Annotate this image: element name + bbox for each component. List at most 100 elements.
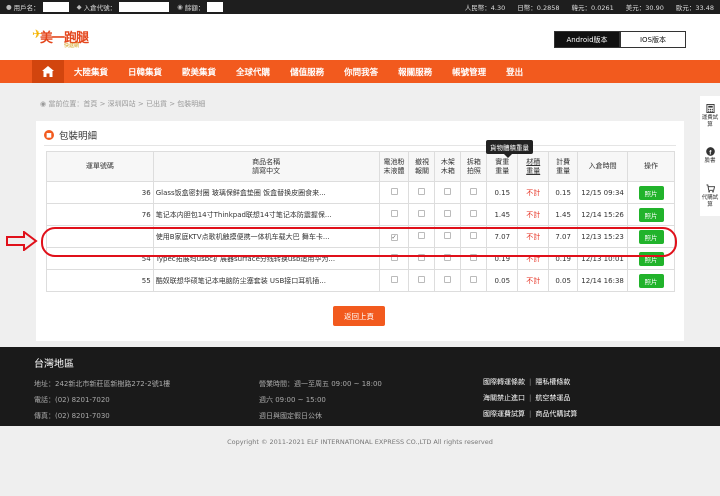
volume-weight: 不計 [517, 269, 550, 292]
col-header-action: 操作 [627, 151, 675, 182]
user-icon: ● [6, 3, 12, 11]
col-header-text: 運單號碼 [85, 162, 114, 170]
footer-hours-weekday: 營業時間：週一至周五 09:00 ~ 18:00 [259, 380, 382, 388]
customs-cell [408, 181, 436, 204]
site-logo[interactable]: ✈ 美一跑腿 快遞網 [32, 24, 90, 52]
cart-icon [705, 183, 715, 193]
footer-link[interactable]: 國際運費試算 [483, 410, 525, 418]
footer-links: 國際轉運條款 | 隱私權條款 海關禁止進口 | 航空禁運品 國際運費試算 | 商品代購試算 [483, 378, 578, 418]
footer-link[interactable]: 海關禁止進口 [483, 394, 525, 402]
nav-china-consolidation[interactable]: 大陸集貨 [64, 60, 118, 83]
col-header-text: 電池粉 [383, 157, 405, 166]
android-version-button[interactable]: Android版本 [554, 31, 620, 48]
side-shipping-calc[interactable]: 運費試算 [700, 96, 720, 136]
home-icon [42, 66, 54, 77]
battery-cell [378, 181, 410, 204]
col-header-crate: 木架 木箱 [434, 151, 462, 182]
action-cell: 照片 [627, 203, 675, 226]
col-header-subtext: 重量 [556, 166, 571, 175]
nav-account[interactable]: 帳號管理 [442, 60, 496, 83]
nav-global-purchasing[interactable]: 全球代購 [226, 60, 280, 83]
nav-japan-korea-consolidation[interactable]: 日韓集貨 [118, 60, 172, 83]
volume-weight-tooltip: 貨物體積重量 [486, 140, 533, 158]
actual-weight: 1.45 [486, 203, 519, 226]
footer-link[interactable]: 航空禁運品 [535, 394, 570, 402]
volume-weight: 不計 [517, 181, 550, 204]
nav-top-up[interactable]: 儲值服務 [280, 60, 334, 83]
col-header-text: 商品名稱 [252, 157, 281, 166]
unbox-photo-cell [460, 269, 488, 292]
photo-button[interactable]: 照片 [638, 207, 664, 222]
rate-krw: 韓元：0.0261 [571, 4, 614, 12]
photo-button[interactable]: 照片 [638, 273, 664, 288]
divider [44, 145, 676, 146]
back-button[interactable]: 返回上頁 [333, 306, 385, 326]
photo-button[interactable]: 照片 [638, 185, 664, 200]
username-value [42, 2, 69, 12]
unbox-photo-checkbox [470, 210, 478, 217]
col-header-subtext: 報關 [414, 166, 429, 175]
col-header-text: 入倉時間 [588, 162, 617, 170]
ios-version-button[interactable]: IOS版本 [620, 31, 686, 48]
table-row: 76 笔记本内胆包14寸Thinkpad联想14寸笔记本防震握保... 1.45… [46, 203, 675, 226]
unbox-photo-checkbox [470, 276, 478, 283]
unbox-photo-cell [460, 203, 488, 226]
arrival-time: 12/14 15:26 [577, 203, 629, 226]
panel-title-text: 包裝明細 [59, 131, 98, 142]
balance-value [207, 2, 224, 12]
col-header-subtext: 拍照 [466, 166, 481, 175]
box-icon: ■ [44, 130, 54, 140]
copyright: Copyright © 2011-2021 ELF INTERNATIONAL … [227, 438, 493, 446]
side-toolbar: 運費試算 f 臉書 代購試算 [700, 96, 720, 216]
table-row: 36 Glass饭盒密封圈 玻璃保鲜盒垫圈 饭盒替换皮圈食来... 0.15 不… [46, 181, 675, 204]
side-label: 代購試算 [701, 194, 719, 208]
username-field: ● 用戶名： [6, 2, 69, 12]
footer-link[interactable]: 國際轉運條款 [483, 378, 525, 386]
highlight-oval [41, 227, 677, 257]
username-label: 用戶名： [13, 4, 40, 12]
warehouse-code-label: 入倉代號： [83, 4, 117, 12]
rate-jpy: 日幣：0.2858 [517, 4, 560, 12]
balance-label: 餘額： [184, 4, 205, 12]
actual-weight: 0.15 [486, 181, 519, 204]
battery-cell [378, 203, 410, 226]
nav-customs[interactable]: 報關服務 [388, 60, 442, 83]
arrival-time: 12/15 09:34 [577, 181, 629, 204]
col-header-unbox-photo: 拆箱 拍照 [460, 151, 488, 182]
rate-usd: 美元：30.90 [625, 4, 664, 12]
tag-icon: ◆ [76, 3, 82, 11]
balance-field: ◉ 餘額： [177, 2, 224, 12]
logo-subtitle: 快遞網 [64, 43, 80, 49]
nav-euro-us-consolidation[interactable]: 歐美集貨 [172, 60, 226, 83]
panel-title: ■ 包裝明細 [44, 128, 97, 142]
footer-link[interactable]: 隱私權條款 [535, 378, 570, 386]
coin-icon: ◉ [177, 3, 183, 11]
side-label: 臉書 [704, 158, 716, 164]
crate-cell [434, 269, 462, 292]
nav-logout[interactable]: 登出 [496, 60, 533, 83]
unbox-photo-cell [460, 181, 488, 204]
customs-checkbox [418, 276, 426, 283]
footer-contact: 地址：242新北市新莊區新樹路272-2號1樓 電話：(02) 8201-702… [34, 376, 170, 424]
charge-weight: 0.05 [548, 269, 579, 292]
facebook-icon: f [705, 147, 715, 156]
col-header-text: 拆箱 [466, 157, 481, 166]
side-facebook[interactable]: f 臉書 [700, 136, 720, 176]
home-button[interactable] [32, 60, 64, 83]
nav-faq[interactable]: 你問我答 [334, 60, 388, 83]
side-purchase-calc[interactable]: 代購試算 [700, 176, 720, 216]
col-header-volume-weight[interactable]: 材積 重量 [517, 151, 550, 182]
col-header-charge-weight: 計費 重量 [548, 151, 579, 182]
col-header-subtext: 重量 [526, 166, 541, 175]
product-name: 酷奴联想华硕笔记本电脑防尘塞套装 USB接口耳机插... [152, 269, 380, 292]
crate-checkbox [444, 276, 452, 283]
actual-weight: 0.05 [486, 269, 519, 292]
footer-link[interactable]: 商品代購試算 [535, 410, 577, 418]
arrival-time: 12/14 16:38 [577, 269, 629, 292]
battery-checkbox [390, 188, 398, 195]
app-version-buttons: Android版本 IOS版本 [554, 31, 686, 48]
crate-checkbox [444, 188, 452, 195]
col-header-actual-weight: 實重 重量 [486, 151, 519, 182]
col-header-text: 木架 [440, 157, 455, 166]
footer-phone: 電話：(02) 8201-7020 [34, 396, 110, 404]
